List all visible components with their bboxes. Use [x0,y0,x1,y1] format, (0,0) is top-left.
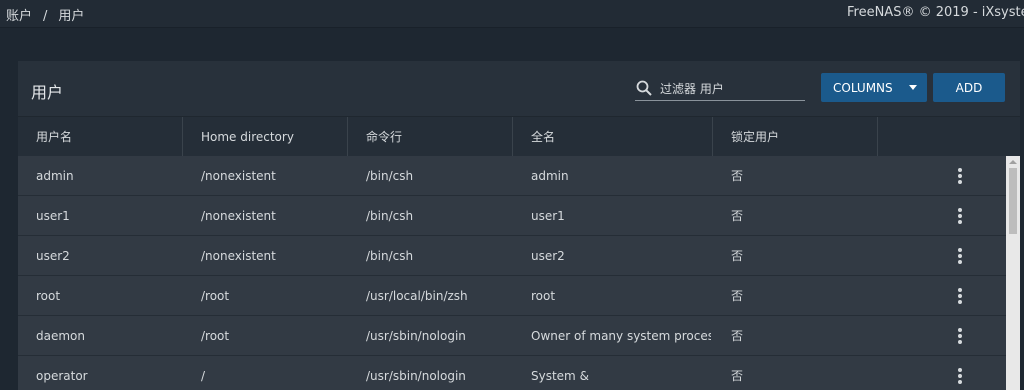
page-title: 用户 [31,83,64,102]
table-row[interactable]: daemon /root /usr/sbin/nologin Owner of … [18,316,1006,356]
more-vert-icon[interactable] [957,328,963,344]
filter-input[interactable] [660,80,800,98]
caret-down-icon [909,85,917,90]
search-icon [636,80,652,96]
cell-shell: /usr/sbin/nologin [366,329,466,343]
cell-locked: 否 [731,209,744,223]
table-row[interactable]: user1 /nonexistent /bin/csh user1 否 [18,196,1006,236]
column-header-locked[interactable]: 锁定用户 [713,117,878,157]
cell-shell: /bin/csh [366,249,414,263]
more-vert-icon[interactable] [957,288,963,304]
cell-home-directory: / [201,369,206,383]
table-row[interactable]: user2 /nonexistent /bin/csh user2 否 [18,236,1006,276]
breadcrumb-current: 用户 [58,9,85,24]
breadcrumb: 账户 / 用户 [6,5,84,24]
table-scrollbar[interactable] [1006,156,1020,390]
cell-full-name: user1 [531,209,565,223]
cell-locked: 否 [731,369,744,383]
table-row[interactable]: root /root /usr/local/bin/zsh root 否 [18,276,1006,316]
add-button[interactable]: ADD [933,73,1005,102]
users-card: 用户 COLUMNS ADD 用户名 Home directory 命令行 全名… [18,61,1020,390]
column-header-full-name[interactable]: 全名 [513,117,713,157]
breadcrumb-separator: / [43,9,48,24]
more-vert-icon[interactable] [957,368,963,384]
cell-username: admin [36,169,74,183]
cell-username: operator [36,369,88,383]
cell-shell: /bin/csh [366,169,414,183]
cell-username: daemon [36,329,85,343]
columns-button-label: COLUMNS [833,80,893,95]
cell-home-directory: /nonexistent [201,249,276,263]
cell-username: root [36,289,61,303]
cell-home-directory: /nonexistent [201,209,276,223]
cell-full-name: root [531,289,556,303]
cell-locked: 否 [731,169,744,183]
column-header-username[interactable]: 用户名 [18,117,183,157]
cell-shell: /usr/local/bin/zsh [366,289,468,303]
columns-button[interactable]: COLUMNS [821,73,927,102]
cell-username: user2 [36,249,70,263]
cell-full-name: System & [531,369,589,383]
scrollbar-thumb[interactable] [1009,168,1017,234]
cell-locked: 否 [731,289,744,303]
cell-home-directory: /root [201,329,230,343]
scroll-up-arrow-icon[interactable] [1009,160,1017,164]
column-header-shell[interactable]: 命令行 [348,117,513,157]
copyright-text[interactable]: FreeNAS® © 2019 - iXsystems, In [847,5,1024,20]
column-header-actions [878,117,1020,157]
more-vert-icon[interactable] [957,168,963,184]
table-header: 用户名 Home directory 命令行 全名 锁定用户 [18,116,1020,157]
cell-locked: 否 [731,249,744,263]
top-bar: 账户 / 用户 FreeNAS® © 2019 - iXsystems, In [0,0,1024,28]
column-header-home-directory[interactable]: Home directory [183,117,348,157]
cell-username: user1 [36,209,70,223]
table-row[interactable]: admin /nonexistent /bin/csh admin 否 [18,156,1006,196]
cell-full-name: user2 [531,249,565,263]
cell-home-directory: /nonexistent [201,169,276,183]
cell-home-directory: /root [201,289,230,303]
cell-shell: /usr/sbin/nologin [366,369,466,383]
cell-shell: /bin/csh [366,209,414,223]
cell-locked: 否 [731,329,744,343]
more-vert-icon[interactable] [957,248,963,264]
filter-field[interactable] [635,78,805,101]
table-row[interactable]: operator / /usr/sbin/nologin System & 否 [18,356,1006,390]
cell-full-name: admin [531,169,569,183]
breadcrumb-parent[interactable]: 账户 [6,5,32,24]
cell-full-name: Owner of many system process [531,329,711,343]
more-vert-icon[interactable] [957,208,963,224]
